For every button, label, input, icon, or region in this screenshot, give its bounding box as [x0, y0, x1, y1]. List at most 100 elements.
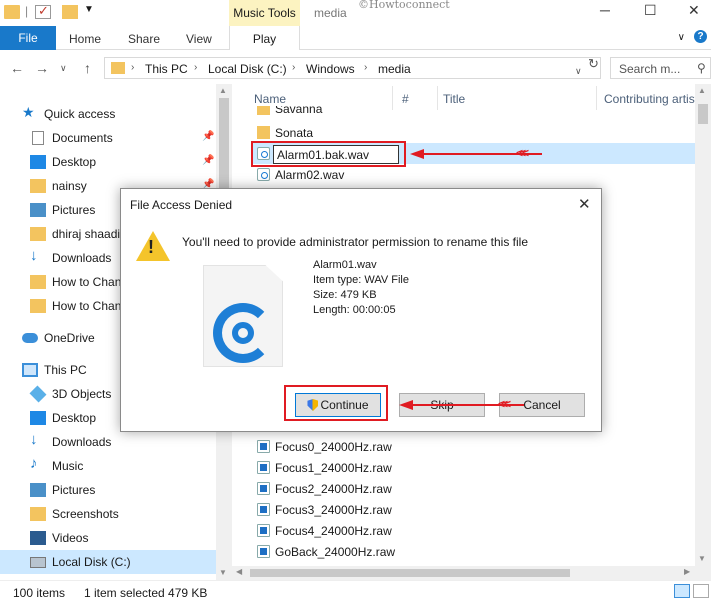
help-icon[interactable]: ? [694, 30, 707, 43]
wav-file-icon [257, 168, 270, 181]
sidebar-item-label: Desktop [52, 155, 97, 169]
folder-icon[interactable] [4, 5, 20, 19]
raw-file-icon [257, 482, 270, 495]
ribbon-expand-icon[interactable]: ∨ [678, 32, 685, 43]
folder-icon [30, 179, 46, 193]
list-item[interactable]: Focus0_24000Hz.raw [252, 436, 694, 457]
sidebar-item-local-disk[interactable]: Local Disk (C:) [0, 550, 216, 574]
refresh-icon[interactable]: ↻ [588, 56, 599, 72]
minimize-button[interactable]: ─ [600, 2, 610, 18]
folder-icon [257, 126, 270, 139]
scrollbar-thumb[interactable] [698, 104, 708, 124]
pc-icon [22, 363, 38, 377]
column-header-name[interactable]: Name [254, 92, 286, 106]
back-icon[interactable]: ← [10, 60, 24, 76]
window-title: media [314, 6, 347, 20]
annotation-arrow-head-icon [410, 149, 424, 159]
list-item[interactable]: Focus1_24000Hz.raw [252, 457, 694, 478]
list-item[interactable]: Alarm02.wav [252, 164, 694, 185]
up-icon[interactable]: ↑ [84, 60, 91, 76]
downloads-icon: ↓ [30, 247, 38, 264]
pin-icon[interactable]: 📌 [202, 131, 214, 142]
scrollbar-thumb[interactable] [250, 569, 570, 577]
details-view-icon[interactable] [674, 584, 690, 598]
recent-locations-icon[interactable]: ∨ [60, 63, 67, 74]
sidebar-item-pictures-pc[interactable]: Pictures [0, 478, 216, 502]
dialog-close-icon[interactable]: ✕ [578, 195, 591, 213]
file-list-scrollbar[interactable]: ▲ ▼ [695, 84, 711, 580]
forward-icon[interactable]: → [35, 60, 49, 76]
pin-icon[interactable]: 📌 [202, 155, 214, 166]
tab-play[interactable]: Play [229, 26, 300, 50]
new-folder-icon[interactable] [62, 5, 78, 19]
properties-icon[interactable] [35, 3, 51, 19]
folder-icon [30, 507, 46, 521]
tab-share[interactable]: Share [128, 32, 160, 46]
list-item[interactable]: Savanna [252, 106, 694, 118]
breadcrumb-this-pc[interactable]: This PC [145, 62, 188, 76]
list-item[interactable]: GoBack_24000Hz.raw [252, 541, 694, 562]
file-name: Sonata [275, 126, 314, 140]
column-header-title[interactable]: Title [443, 92, 465, 106]
file-length-info: Length: 00:00:05 [313, 304, 396, 316]
list-item[interactable]: Focus2_24000Hz.raw [252, 478, 694, 499]
list-item[interactable]: Sonata [252, 122, 694, 143]
close-button[interactable]: ✕ [688, 2, 700, 19]
address-dropdown-icon[interactable]: ∨ [575, 66, 582, 77]
scroll-up-icon[interactable]: ▲ [698, 86, 706, 95]
raw-file-icon [257, 524, 270, 537]
sidebar-item-videos[interactable]: Videos [0, 526, 216, 550]
scroll-right-icon[interactable]: ▶ [684, 567, 690, 576]
documents-icon [32, 131, 44, 145]
music-icon: ♪ [30, 455, 38, 472]
sidebar-item-desktop[interactable]: Desktop 📌 [0, 150, 216, 174]
file-name: Focus4_24000Hz.raw [275, 524, 392, 538]
sidebar-item-label: dhiraj shaadi [52, 227, 121, 241]
annotation-highlight-continue [284, 385, 388, 421]
column-header-number[interactable]: # [402, 92, 409, 106]
address-bar[interactable]: › This PC › Local Disk (C:) › Windows › … [104, 57, 601, 79]
large-icons-view-icon[interactable] [693, 584, 709, 598]
annotation-highlight-rename [251, 141, 406, 167]
breadcrumb-separator-icon[interactable]: › [292, 62, 295, 73]
list-item[interactable]: Focus4_24000Hz.raw [252, 520, 694, 541]
column-header-contributing-artists[interactable]: Contributing artists [604, 92, 704, 106]
file-name: Savanna [275, 106, 323, 116]
scroll-up-icon[interactable]: ▲ [219, 86, 227, 95]
sidebar-item-documents[interactable]: Documents 📌 [0, 126, 216, 150]
tab-file[interactable]: File [0, 26, 56, 50]
breadcrumb-media[interactable]: media [378, 62, 411, 76]
scroll-left-icon[interactable]: ◀ [236, 567, 242, 576]
annotation-arrow-line [412, 404, 524, 406]
dialog-title: File Access Denied [130, 198, 233, 212]
sidebar-item-music[interactable]: ♪ Music [0, 454, 216, 478]
sidebar-item-label: Downloads [52, 435, 112, 449]
scroll-down-icon[interactable]: ▼ [219, 568, 227, 577]
sidebar-item-label: Documents [52, 131, 113, 145]
tab-home[interactable]: Home [69, 32, 101, 46]
desktop-icon [30, 155, 46, 169]
tab-view[interactable]: View [186, 32, 212, 46]
breadcrumb-separator-icon[interactable]: › [131, 62, 134, 73]
raw-file-icon [257, 503, 270, 516]
folder-icon [30, 275, 46, 289]
pictures-icon [30, 483, 46, 497]
sidebar-item-screenshots[interactable]: Screenshots [0, 502, 216, 526]
list-item[interactable]: Focus3_24000Hz.raw [252, 499, 694, 520]
breadcrumb-windows[interactable]: Windows [306, 62, 355, 76]
sidebar-item-quick-access[interactable]: ★ Quick access [0, 102, 216, 126]
annotation-arrow-head-icon [399, 400, 413, 410]
breadcrumb-separator-icon[interactable]: › [364, 62, 367, 73]
annotation-arrow-tail-icon: <<< [498, 397, 511, 411]
sidebar-item-downloads-pc[interactable]: ↓ Downloads [0, 430, 216, 454]
horizontal-scrollbar[interactable]: ◀ ▶ [232, 566, 695, 580]
music-tools-context-tab[interactable]: Music Tools [229, 0, 300, 26]
scroll-down-icon[interactable]: ▼ [698, 554, 706, 563]
item-count: 100 items [13, 586, 66, 600]
breadcrumb-local-disk[interactable]: Local Disk (C:) [208, 62, 287, 76]
search-input[interactable]: Search m... ⚲ [610, 57, 711, 79]
breadcrumb-separator-icon[interactable]: › [194, 62, 197, 73]
onedrive-icon [22, 333, 38, 343]
quick-access-dropdown-icon[interactable]: ▼ [84, 4, 94, 15]
maximize-button[interactable]: ☐ [644, 2, 657, 19]
